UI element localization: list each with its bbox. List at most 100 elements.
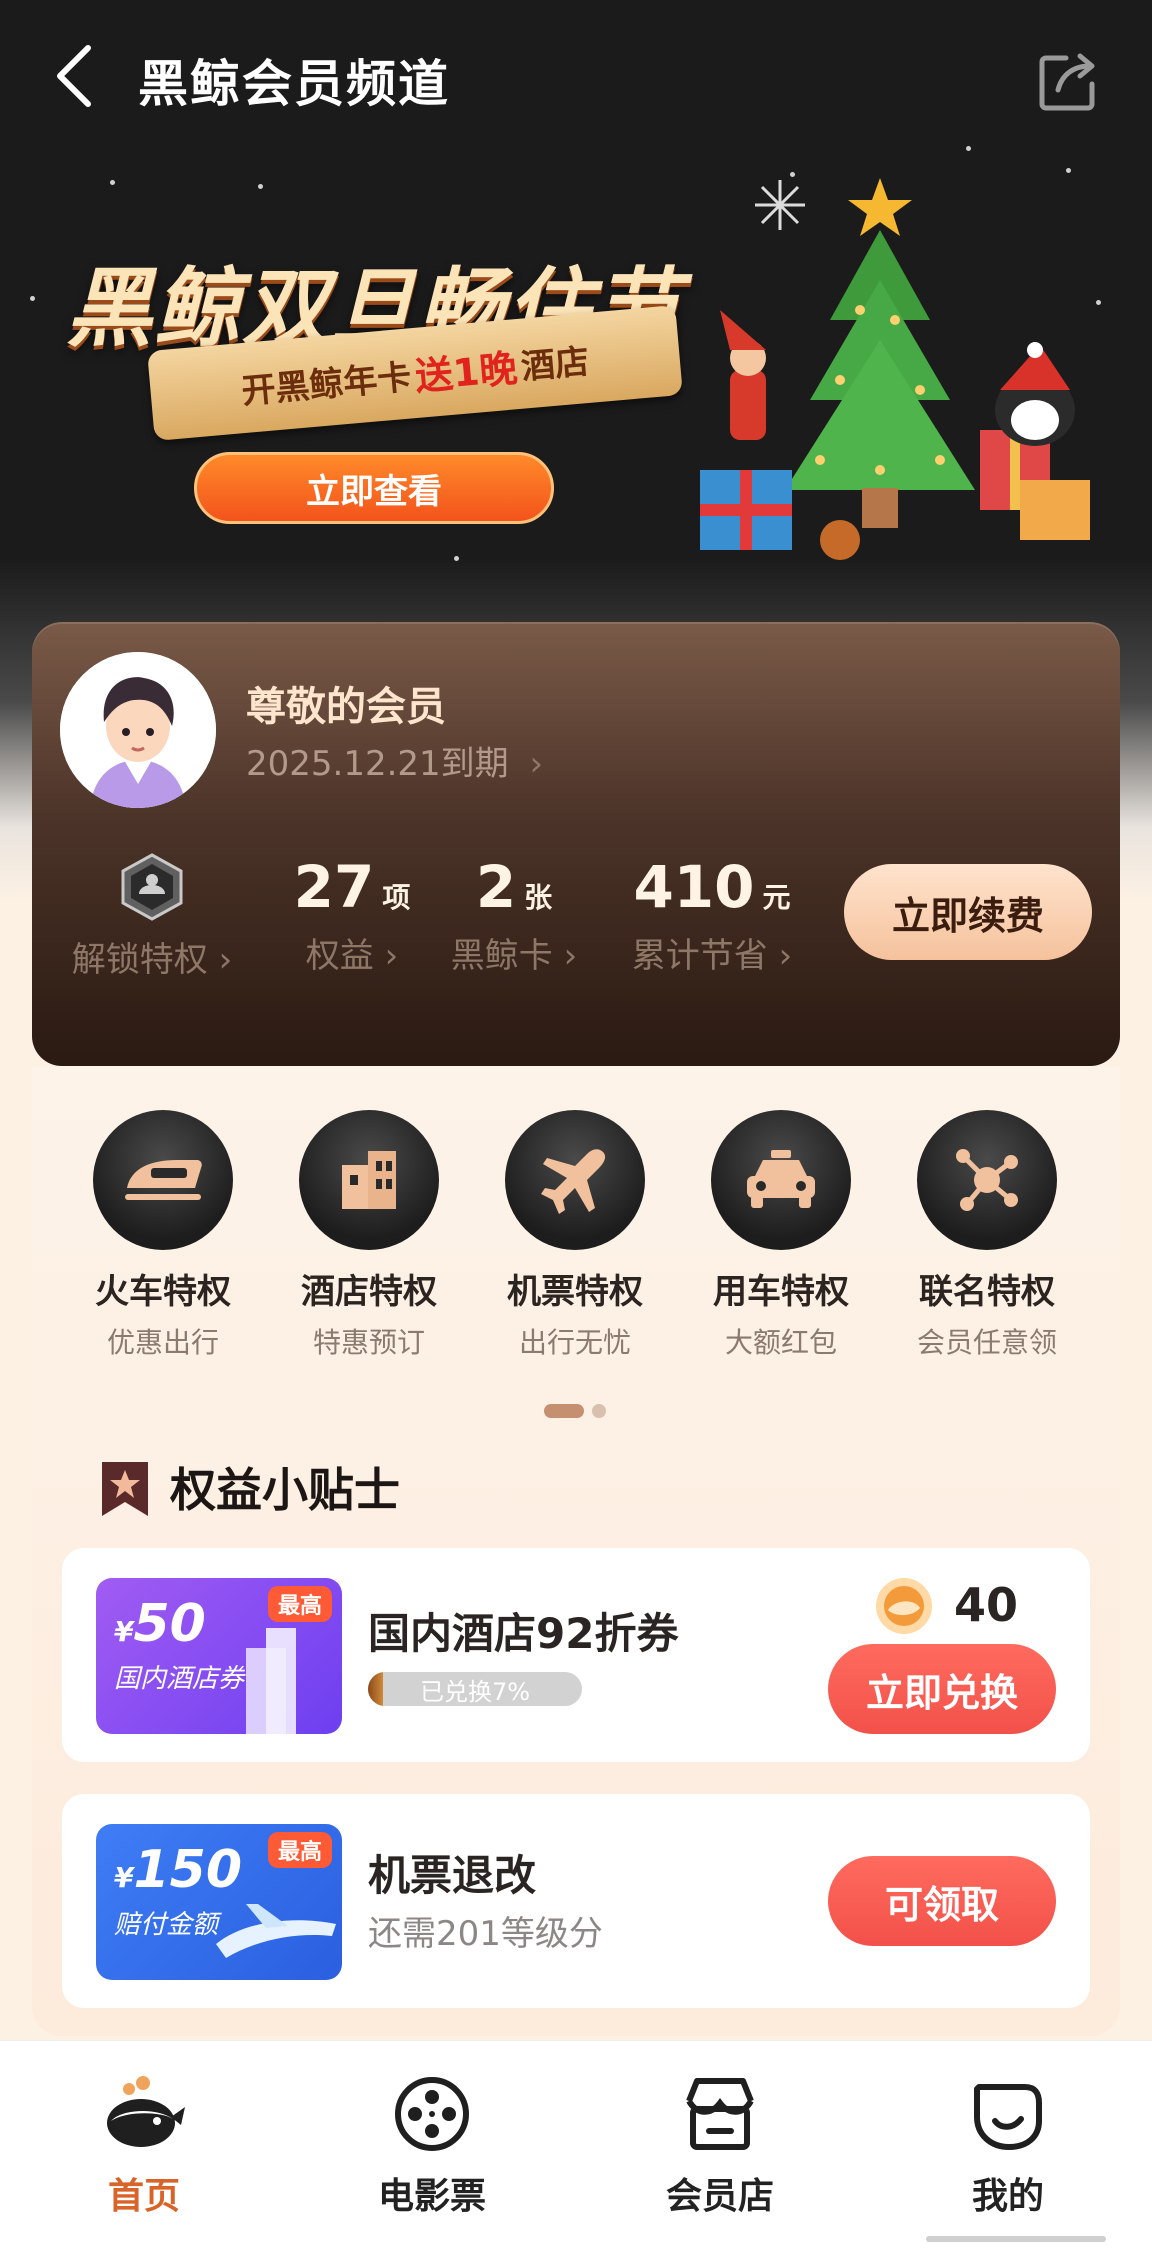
nav-member-store[interactable]: 会员店 <box>620 2071 820 2219</box>
sparkle-decoration <box>30 296 35 301</box>
stat-label-text: 权益 <box>305 936 374 976</box>
nav-label: 电影票 <box>377 2176 486 2217</box>
privilege-subtitle: 优惠出行 <box>106 1326 219 1359</box>
nav-home[interactable]: 首页 <box>44 2071 244 2219</box>
store-icon <box>686 2078 754 2150</box>
currency-symbol: ¥ <box>114 1615 134 1648</box>
stat-label-text: 累计节省 <box>631 936 768 976</box>
car-icon <box>747 1150 815 1208</box>
unlock-badge-icon <box>121 853 183 921</box>
stat-unit: 项 <box>382 881 411 914</box>
page-title: 黑鲸会员频道 <box>138 55 450 113</box>
coupon-requirement: 还需201等级分 <box>368 1914 603 1954</box>
app-header: 黑鲸会员频道 <box>0 0 1152 150</box>
privilege-icon-circle <box>505 1110 645 1250</box>
stat-unit: 张 <box>524 881 553 914</box>
ribbon-suffix: 酒店 <box>519 341 591 388</box>
bookmark-star-icon <box>102 1462 148 1516</box>
share-icon <box>1039 53 1095 111</box>
privilege-subtitle: 大额红包 <box>724 1326 837 1359</box>
cobrand-icon <box>956 1149 1018 1211</box>
expiry-text: 2025.12.21到期 <box>246 744 509 784</box>
privilege-hotel[interactable]: 酒店特权 特惠预订 <box>266 1110 472 1361</box>
home-indicator <box>926 2236 1106 2242</box>
currency-symbol: ¥ <box>114 1861 134 1894</box>
claim-button[interactable]: 可领取 <box>828 1856 1056 1946</box>
profile-face-icon <box>974 2084 1042 2150</box>
max-tag: 最高 <box>267 1586 332 1622</box>
stat-label: 累计节省 › <box>631 936 793 976</box>
ribbon-highlight: 送1晚 <box>413 345 520 399</box>
film-reel-icon <box>395 2077 469 2151</box>
renew-button[interactable]: 立即续费 <box>844 864 1092 960</box>
privilege-title: 联名特权 <box>919 1272 1055 1312</box>
member-stats: 解锁特权 › 27 项 权益 › 2张 黑鲸卡 › 410 元 累计节省 › <box>32 852 832 992</box>
nav-movie-tickets[interactable]: 电影票 <box>332 2071 532 2219</box>
page-dot[interactable] <box>592 1404 606 1418</box>
stat-label: 权益 › <box>305 936 399 976</box>
sparkle-decoration <box>258 184 263 189</box>
chevron-right-icon: › <box>529 744 544 784</box>
amount-value: 50 <box>133 1594 206 1654</box>
train-icon <box>125 1160 202 1200</box>
max-tag: 最高 <box>267 1832 332 1868</box>
stat-label-text: 解锁特权 <box>71 940 208 980</box>
back-button[interactable] <box>48 40 104 112</box>
privilege-train[interactable]: 火车特权 优惠出行 <box>60 1110 266 1361</box>
coin-cost: 40 <box>954 1578 1019 1632</box>
member-name: 尊敬的会员 <box>246 684 446 730</box>
privilege-title: 火车特权 <box>95 1272 231 1312</box>
stat-cards[interactable]: 2张 黑鲸卡 › <box>424 852 604 977</box>
coupon-image: ¥50 国内酒店券 最高 <box>96 1578 342 1734</box>
privilege-icon-circle <box>917 1110 1057 1250</box>
redeem-now-button[interactable]: 立即兑换 <box>828 1644 1056 1734</box>
avatar[interactable] <box>60 652 216 808</box>
member-card: 尊敬的会员 2025.12.21到期 › 解锁特权 › 27 项 权益 › 2 … <box>32 622 1120 1066</box>
privilege-car[interactable]: 用车特权 大额红包 <box>678 1110 884 1361</box>
stat-benefits[interactable]: 27 项 权益 › <box>282 852 422 977</box>
coupon-amount: ¥50 <box>114 1594 206 1654</box>
coupon-amount-desc: 赔付金额 <box>114 1910 219 1940</box>
stat-value: 27 <box>293 853 375 921</box>
snowflake-icon <box>755 180 805 230</box>
coupon-card-flight[interactable]: ¥150 赔付金额 最高 机票退改 还需201等级分 可领取 <box>62 1794 1090 2008</box>
privilege-title: 酒店特权 <box>301 1272 437 1312</box>
privilege-subtitle: 出行无忧 <box>518 1326 631 1359</box>
coupon-image: ¥150 赔付金额 最高 <box>96 1824 342 1980</box>
membership-expiry[interactable]: 2025.12.21到期 › <box>246 736 543 785</box>
chevron-left-icon <box>57 45 91 107</box>
stat-unlock-privileges[interactable]: 解锁特权 › <box>62 852 242 981</box>
privilege-cobrand[interactable]: 联名特权 会员任意领 <box>884 1110 1090 1361</box>
hotel-icon <box>342 1151 396 1209</box>
privilege-subtitle: 会员任意领 <box>916 1326 1057 1359</box>
stat-value: 410 <box>633 853 755 921</box>
tips-title: 权益小贴士 <box>170 1463 400 1517</box>
carousel-indicator <box>544 1404 606 1418</box>
sparkle-decoration <box>454 556 459 561</box>
privilege-icon-circle <box>93 1110 233 1250</box>
view-now-button[interactable]: 立即查看 <box>194 452 554 524</box>
stat-total-saved[interactable]: 410 元 累计节省 › <box>602 852 822 977</box>
privilege-title: 用车特权 <box>713 1272 849 1312</box>
progress-text: 已兑换7% <box>419 1677 531 1706</box>
coupon-name: 机票退改 <box>368 1851 537 1900</box>
share-button[interactable] <box>1036 50 1100 114</box>
plane-icon <box>541 1149 606 1214</box>
bottom-nav: 首页 电影票 会员店 我的 <box>0 2040 1152 2254</box>
coupon-card-hotel[interactable]: ¥50 国内酒店券 最高 国内酒店92折券 已兑换7% 40 立即兑换 <box>62 1548 1090 1762</box>
nav-profile[interactable]: 我的 <box>908 2071 1108 2219</box>
privilege-subtitle: 特惠预订 <box>312 1326 425 1359</box>
stat-label: 黑鲸卡 › <box>450 936 578 976</box>
whale-home-icon <box>107 2076 185 2147</box>
nav-label: 首页 <box>107 2176 180 2217</box>
coupon-amount: ¥150 <box>114 1840 242 1900</box>
stat-unit: 元 <box>762 881 791 914</box>
page-dot-active[interactable] <box>544 1404 584 1418</box>
sparkle-decoration <box>110 180 115 185</box>
stat-label: 解锁特权 › <box>71 940 233 980</box>
coupon-name: 国内酒店92折券 <box>368 1609 679 1658</box>
avatar-illustration <box>60 652 216 808</box>
stat-label-text: 黑鲸卡 <box>450 936 553 976</box>
privilege-flight[interactable]: 机票特权 出行无忧 <box>472 1110 678 1361</box>
privilege-title: 机票特权 <box>507 1272 643 1312</box>
